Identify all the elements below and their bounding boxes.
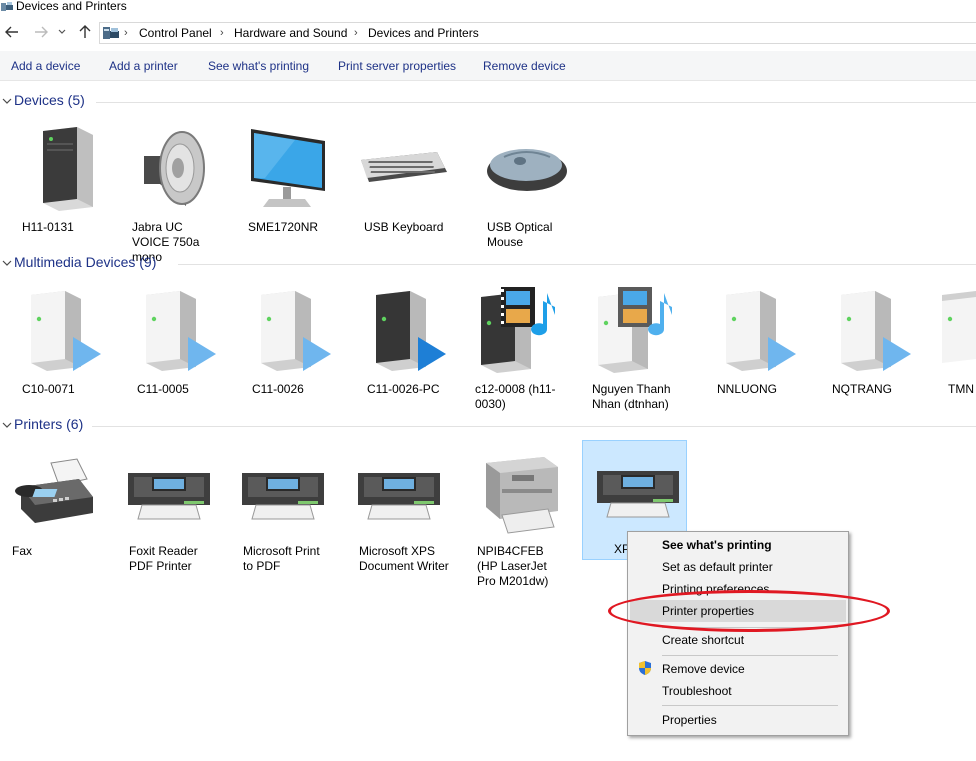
breadcrumb-control-panel[interactable]: Control Panel [139, 26, 212, 40]
devices-group-header[interactable]: Devices (5) [0, 91, 976, 111]
add-printer-button[interactable]: Add a printer [109, 59, 178, 73]
media-label: Nguyen Thanh Nhan (dtnhan) [592, 382, 671, 411]
printer-icon [231, 446, 335, 538]
media-tile-tmn[interactable]: TMN [936, 284, 976, 394]
print-server-properties-button[interactable]: Print server properties [338, 59, 456, 73]
media-label: C10-0071 [22, 382, 75, 396]
media-label: C11-0005 [137, 382, 189, 396]
printer-context-menu: See what's printing Set as default print… [627, 531, 849, 736]
group-divider [92, 426, 976, 427]
collapse-chevron-icon[interactable] [2, 256, 12, 270]
device-label: USB Keyboard [364, 220, 444, 234]
media-label: NQTRANG [832, 382, 892, 396]
monitor-icon [236, 122, 340, 214]
media-library-dark-icon [463, 284, 567, 376]
multimedia-group-title: Multimedia Devices (9) [14, 254, 157, 270]
devices-group-title: Devices (5) [14, 92, 85, 108]
media-library-icon [580, 284, 684, 376]
media-server-icon [705, 284, 809, 376]
collapse-chevron-icon[interactable] [2, 94, 12, 108]
address-bar[interactable]: › Control Panel › Hardware and Sound › D… [99, 22, 976, 44]
media-label: TMN [948, 382, 974, 394]
menu-separator [662, 705, 838, 706]
recent-locations-chevron-icon[interactable] [57, 24, 67, 40]
remove-device-button[interactable]: Remove device [483, 59, 566, 73]
group-divider [96, 102, 976, 103]
breadcrumb-separator-icon: › [220, 27, 224, 39]
printer-icon [586, 444, 690, 536]
printer-icon [117, 446, 221, 538]
printers-group-header[interactable]: Printers (6) [0, 415, 976, 435]
laser-printer-icon [465, 446, 569, 538]
computer-tower-icon [10, 122, 114, 214]
media-server-icon [240, 284, 344, 376]
printer-label: Microsoft XPS Document Writer [359, 544, 449, 573]
breadcrumb-devices-and-printers[interactable]: Devices and Printers [368, 26, 479, 40]
media-server-icon [936, 284, 976, 376]
devices-printers-icon [1, 1, 13, 15]
menu-separator [662, 627, 838, 628]
command-bar: Add a device Add a printer See what's pr… [0, 51, 976, 81]
collapse-chevron-icon[interactable] [2, 418, 12, 432]
media-server-icon [10, 284, 114, 376]
navigation-bar: › Control Panel › Hardware and Sound › D… [0, 18, 976, 48]
device-label: H11-0131 [22, 220, 74, 234]
control-panel-icon [103, 26, 119, 43]
menu-item-remove-device[interactable]: Remove device [662, 662, 745, 676]
menu-item-see-whats-printing[interactable]: See what's printing [662, 538, 772, 552]
printer-label: Fax [12, 544, 33, 558]
printers-group-title: Printers (6) [14, 416, 84, 432]
window-title: Devices and Printers [16, 0, 127, 13]
up-arrow-icon[interactable] [77, 24, 93, 40]
keyboard-icon [352, 122, 456, 214]
breadcrumb-hardware-and-sound[interactable]: Hardware and Sound [234, 26, 347, 40]
menu-separator [662, 655, 838, 656]
fax-icon [0, 446, 104, 538]
multimedia-group-header[interactable]: Multimedia Devices (9) [0, 253, 976, 273]
media-label: C11-0026-PC [367, 382, 440, 396]
media-server-icon [820, 284, 924, 376]
uac-shield-icon [638, 660, 652, 679]
media-label: NNLUONG [717, 382, 778, 396]
menu-item-printer-properties[interactable]: Printer properties [662, 604, 754, 618]
printer-label: Microsoft Print to PDF [243, 544, 320, 573]
media-server-icon [125, 284, 229, 376]
media-label: c12-0008 (h11-0030) [475, 382, 556, 411]
media-server-dark-icon [355, 284, 459, 376]
title-bar: Devices and Printers [0, 0, 976, 14]
menu-item-troubleshoot[interactable]: Troubleshoot [662, 684, 732, 698]
menu-item-set-default-printer[interactable]: Set as default printer [662, 560, 773, 574]
breadcrumb-separator-icon: › [354, 27, 358, 39]
group-divider [178, 264, 976, 265]
device-label: USB Optical Mouse [487, 220, 553, 249]
see-whats-printing-button[interactable]: See what's printing [208, 59, 309, 73]
menu-item-printing-preferences[interactable]: Printing preferences [662, 582, 769, 596]
menu-item-properties[interactable]: Properties [662, 713, 717, 727]
back-arrow-icon[interactable] [4, 24, 20, 40]
menu-item-create-shortcut[interactable]: Create shortcut [662, 633, 744, 647]
add-device-button[interactable]: Add a device [11, 59, 80, 73]
speaker-icon [120, 122, 224, 214]
device-label: SME1720NR [248, 220, 319, 234]
media-label: C11-0026 [252, 382, 304, 396]
breadcrumb-separator-icon: › [124, 27, 128, 39]
forward-arrow-icon[interactable] [33, 24, 49, 40]
printer-label: Foxit Reader PDF Printer [129, 544, 198, 573]
mouse-icon [475, 122, 579, 214]
printer-icon [347, 446, 451, 538]
printer-label: NPIB4CFEB (HP LaserJet Pro M201dw) [477, 544, 549, 588]
